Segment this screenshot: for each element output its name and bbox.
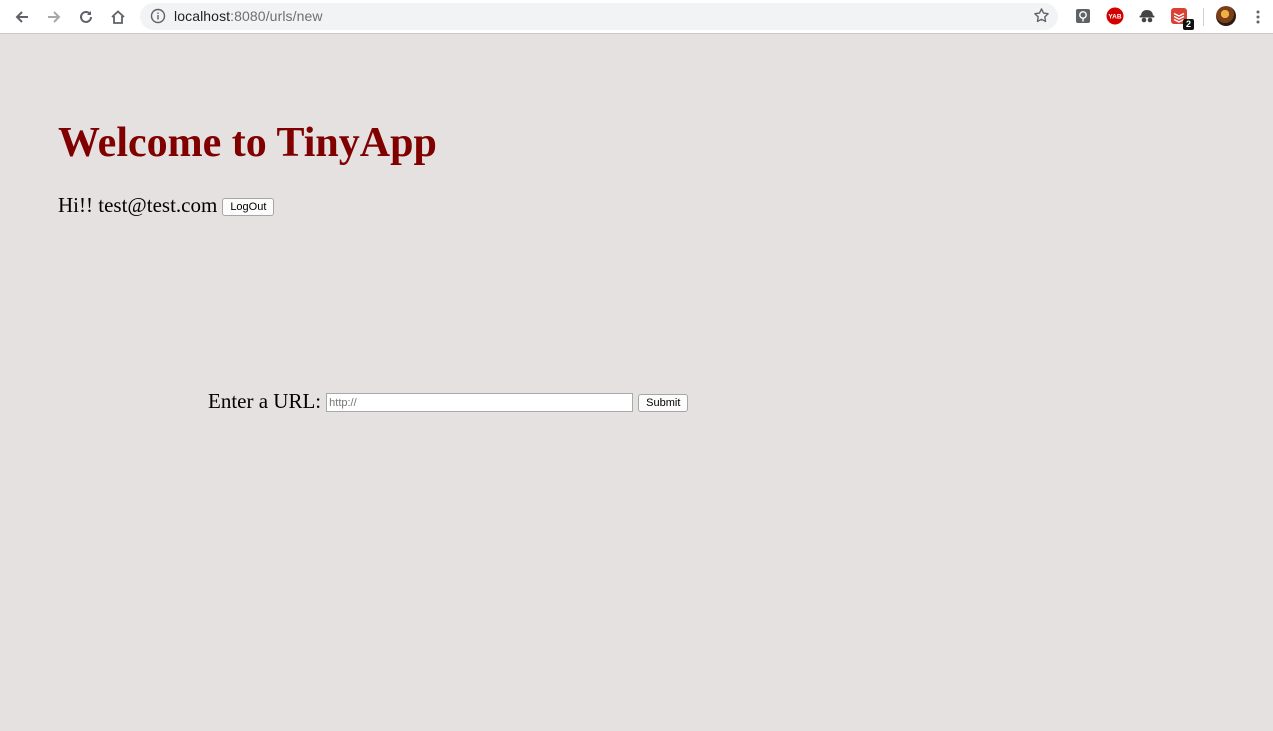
pin-extension-icon[interactable] [1073,6,1093,26]
back-button[interactable] [10,5,34,29]
yab-extension-icon[interactable]: YAB [1105,6,1125,26]
browser-toolbar: localhost:8080/urls/new YAB 2 [0,0,1273,34]
toolbar-divider [1203,8,1204,26]
back-arrow-icon [15,11,28,23]
forward-arrow-icon [48,11,61,23]
logout-button[interactable]: LogOut [222,198,275,216]
page-title: Welcome to TinyApp [58,120,437,166]
extension-badge: 2 [1182,19,1194,30]
kebab-menu-icon [1256,10,1260,24]
bookmark-star-icon[interactable] [1033,7,1050,29]
site-info-icon[interactable] [150,8,166,29]
browser-menu-button[interactable] [1246,5,1270,29]
new-url-form: Enter a URL: Submit [208,388,689,414]
home-button[interactable] [106,5,130,29]
address-bar[interactable]: localhost:8080/urls/new [140,3,1058,30]
spy-extension-icon[interactable] [1137,6,1157,26]
profile-avatar[interactable] [1216,6,1236,26]
submit-button[interactable]: Submit [638,393,689,412]
svg-text:YAB: YAB [1108,14,1121,21]
reload-icon [80,10,92,23]
user-greeting-row: Hi!! test@test.com LogOut [58,192,275,218]
url-input-label: Enter a URL: [208,388,322,413]
long-url-input[interactable] [326,393,634,412]
forward-button[interactable] [42,5,66,29]
todoist-extension-icon[interactable]: 2 [1169,6,1194,30]
home-icon [111,10,125,24]
url-path: :8080/urls/new [230,8,323,24]
url-host: localhost [174,8,231,24]
url-text: localhost:8080/urls/new [174,8,323,24]
reload-button[interactable] [74,5,98,29]
greeting-text: Hi!! test@test.com [58,192,218,217]
